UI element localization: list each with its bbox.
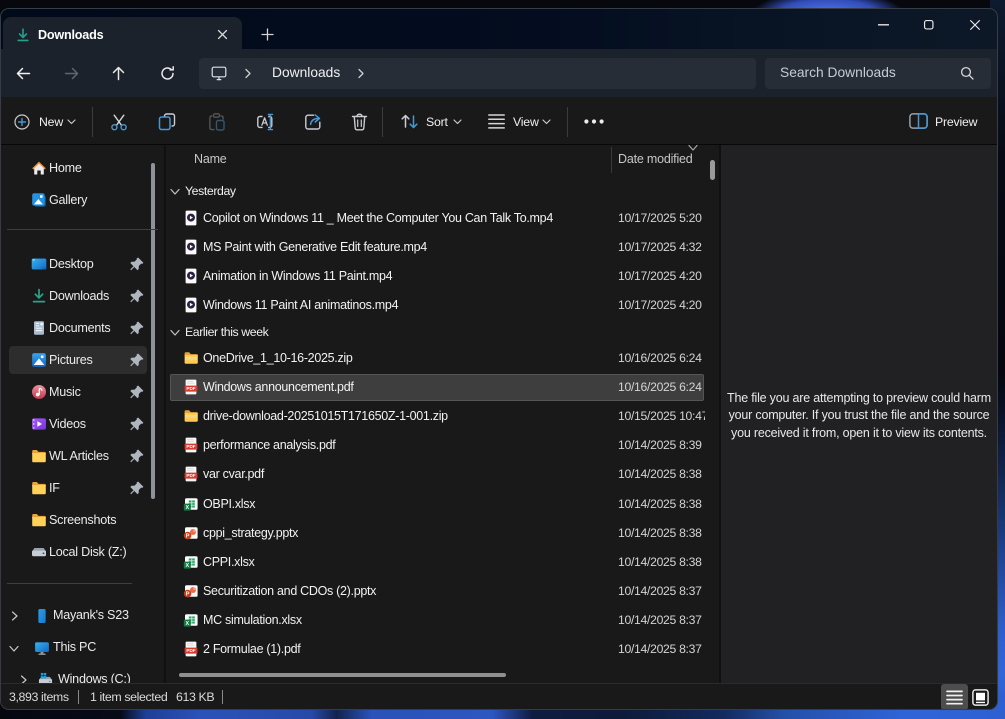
svg-text:X: X — [185, 563, 189, 569]
svg-text:X: X — [185, 505, 189, 511]
svg-text:P: P — [186, 534, 190, 540]
svg-text:X: X — [185, 621, 189, 627]
svg-text:PDF: PDF — [186, 444, 195, 449]
svg-text:PDF: PDF — [186, 386, 195, 391]
svg-text:PDF: PDF — [186, 473, 195, 478]
svg-text:PDF: PDF — [186, 648, 195, 653]
svg-text:P: P — [186, 592, 190, 598]
